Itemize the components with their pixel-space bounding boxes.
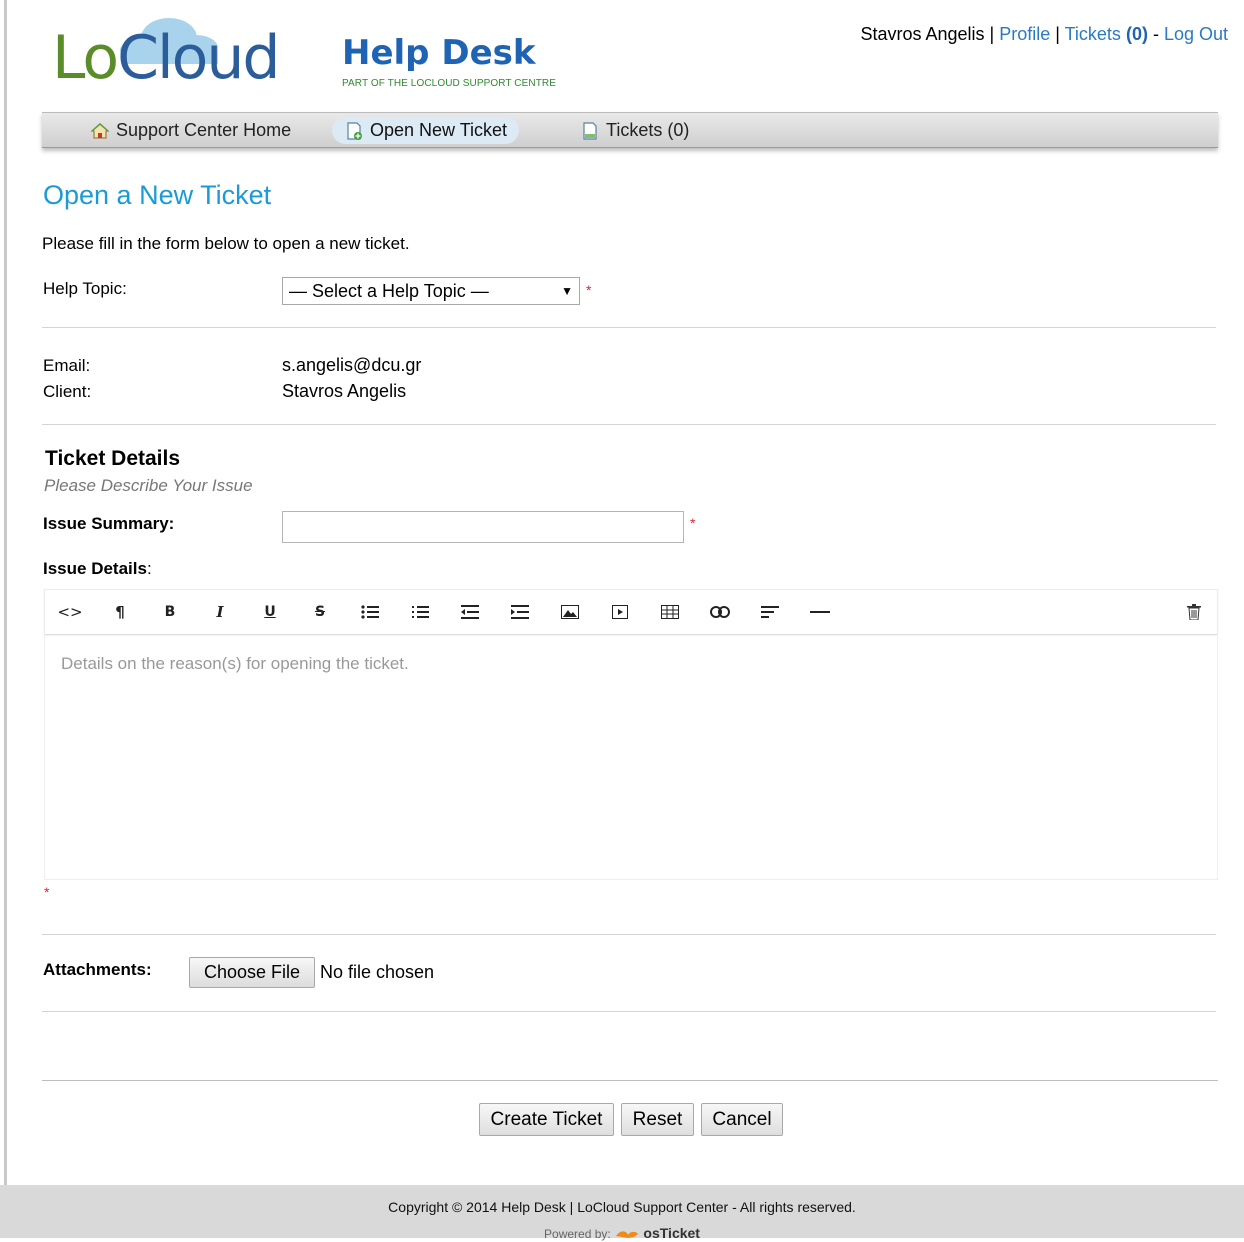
nav-label: Support Center Home (116, 120, 292, 140)
tickets-link-label: Tickets (1064, 24, 1121, 44)
home-icon (90, 122, 110, 138)
issue-summary-label: Issue Summary: (43, 514, 175, 533)
email-value: s.angelis@dcu.gr (282, 355, 422, 375)
attachments-label: Attachments: (43, 960, 152, 979)
client-label: Client: (43, 382, 92, 401)
table-icon[interactable] (659, 601, 681, 623)
outdent-icon[interactable] (459, 601, 481, 623)
align-icon[interactable] (759, 601, 781, 623)
underline-icon[interactable]: U (259, 601, 281, 623)
divider (42, 1080, 1218, 1081)
page-footer: Copyright © 2014 Help Desk | LoCloud Sup… (0, 1185, 1244, 1241)
html-icon[interactable]: <> (57, 601, 82, 623)
link-icon[interactable] (709, 601, 731, 623)
numbered-list-icon[interactable] (409, 601, 431, 623)
powered-by-label: Powered by: (544, 1227, 611, 1241)
issue-summary-input[interactable] (282, 511, 684, 543)
paragraph-icon[interactable]: ¶ (109, 601, 131, 623)
separator: - (1147, 24, 1164, 44)
help-topic-selected: — Select a Help Topic — (289, 280, 489, 301)
file-status: No file chosen (320, 962, 435, 982)
ticket-details-subtitle: Please Describe Your Issue (44, 476, 253, 495)
divider (42, 327, 1216, 328)
nav-label: Open New Ticket (370, 120, 508, 140)
nav-support-center-home[interactable]: Support Center Home (78, 117, 303, 144)
issue-details-editor[interactable]: Details on the reason(s) for opening the… (44, 636, 1218, 880)
horizontal-rule-icon[interactable] (809, 601, 831, 623)
page-title: Open a New Ticket (43, 180, 272, 210)
tickets-link[interactable]: Tickets (0) (1065, 24, 1148, 44)
new-ticket-icon (347, 121, 362, 140)
editor-placeholder: Details on the reason(s) for opening the… (61, 654, 409, 673)
osticket-logo-icon (616, 1231, 639, 1238)
strikethrough-icon[interactable]: S (309, 601, 331, 623)
cancel-button[interactable]: Cancel (701, 1103, 783, 1136)
email-label: Email: (43, 356, 91, 375)
required-marker: * (586, 282, 592, 298)
trash-icon[interactable] (1183, 601, 1205, 623)
footer-copyright: Copyright © 2014 Help Desk | LoCloud Sup… (388, 1199, 856, 1215)
logo-subtitle: PART OF THE LOCLOUD SUPPORT CENTRE (342, 78, 557, 89)
nav-label: Tickets (0) (606, 120, 690, 140)
create-ticket-button[interactable]: Create Ticket (479, 1103, 614, 1136)
site-logo[interactable]: LoCloud Help Desk PART OF THE LOCLOUD SU… (52, 14, 592, 96)
indent-icon[interactable] (509, 601, 531, 623)
divider (42, 424, 1216, 425)
editor-toolbar: <> ¶ B I U S (44, 589, 1218, 635)
page-left-border (0, 0, 7, 1185)
divider (42, 1011, 1216, 1012)
issue-details-label: Issue Details: (43, 559, 152, 579)
logo-wordmark: LoCloud (52, 23, 280, 93)
separator: | (1050, 24, 1065, 44)
client-value: Stavros Angelis (282, 381, 407, 401)
page-container: LoCloud Help Desk PART OF THE LOCLOUD SU… (10, 0, 1244, 1185)
intro-text: Please fill in the form below to open a … (42, 234, 410, 253)
nav-open-new-ticket[interactable]: Open New Ticket (332, 117, 520, 144)
dropdown-arrow-icon: ▼ (561, 284, 573, 298)
logout-link[interactable]: Log Out (1164, 24, 1228, 44)
required-marker: * (690, 515, 696, 531)
help-topic-label: Help Topic: (43, 279, 127, 298)
label-colon: : (146, 559, 152, 578)
tickets-count: (0) (1125, 24, 1148, 44)
issue-details-label-text: Issue Details (43, 559, 147, 578)
main-nav: Support Center Home Open New Ticket Tick… (42, 112, 1218, 148)
logo-helpdesk-text: Help Desk (342, 33, 536, 73)
osticket-link[interactable]: osTicket (643, 1225, 700, 1241)
required-marker: * (44, 884, 50, 900)
image-icon[interactable] (559, 601, 581, 623)
choose-file-button[interactable]: Choose File (189, 957, 315, 988)
nav-tickets[interactable]: Tickets (0) (568, 117, 701, 144)
bullet-list-icon[interactable] (359, 601, 381, 623)
user-links: Stavros Angelis | Profile | Tickets (0) … (860, 24, 1228, 45)
profile-link[interactable]: Profile (999, 24, 1050, 44)
separator: | (984, 24, 1000, 44)
divider (42, 934, 1216, 935)
user-name: Stavros Angelis (860, 24, 985, 44)
ticket-details-heading: Ticket Details (45, 447, 181, 470)
video-icon[interactable] (609, 601, 631, 623)
reset-button[interactable]: Reset (621, 1103, 694, 1136)
help-topic-select[interactable]: — Select a Help Topic — ▼ (282, 277, 580, 305)
italic-icon[interactable]: I (209, 601, 231, 623)
footer-powered-by: Powered by: osTicket (0, 1225, 1244, 1242)
document-icon (583, 121, 597, 140)
bold-icon[interactable]: B (159, 601, 181, 623)
